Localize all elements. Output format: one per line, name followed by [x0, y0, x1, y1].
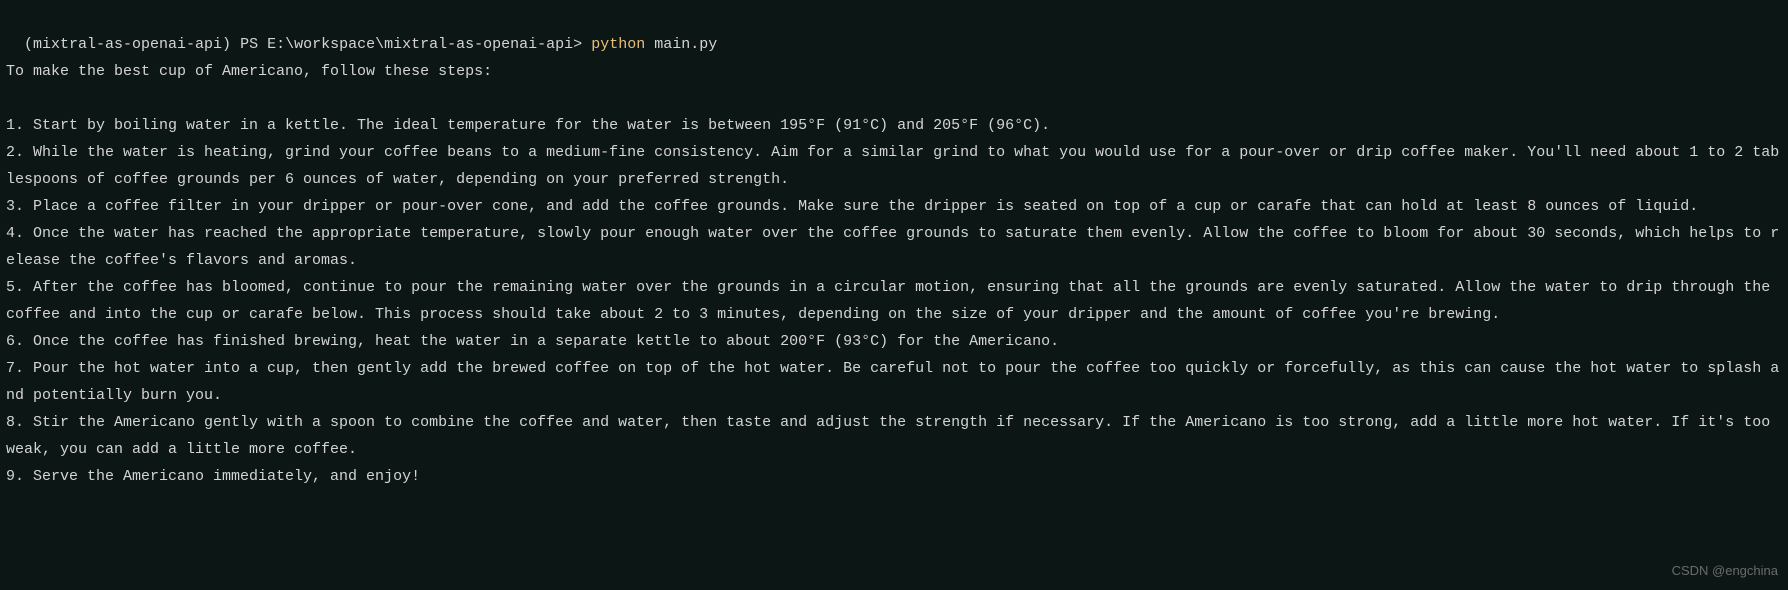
output-step: 8. Stir the Americano gently with a spoo…	[6, 409, 1782, 463]
prompt-shell: PS	[240, 36, 258, 53]
command-name: python	[591, 36, 645, 53]
command-arg: main.py	[654, 36, 717, 53]
output-step: 7. Pour the hot water into a cup, then g…	[6, 355, 1782, 409]
prompt-line[interactable]: (mixtral-as-openai-api) PS E:\workspace\…	[6, 4, 1782, 58]
output-step: 9. Serve the Americano immediately, and …	[6, 463, 1782, 490]
blank-line	[6, 85, 1782, 112]
output-step: 3. Place a coffee filter in your dripper…	[6, 193, 1782, 220]
watermark: CSDN @engchina	[1672, 559, 1778, 582]
prompt-path: E:\workspace\mixtral-as-openai-api>	[267, 36, 582, 53]
output-step: 6. Once the coffee has finished brewing,…	[6, 328, 1782, 355]
output-step: 5. After the coffee has bloomed, continu…	[6, 274, 1782, 328]
prompt-env: (mixtral-as-openai-api)	[24, 36, 231, 53]
output-step: 4. Once the water has reached the approp…	[6, 220, 1782, 274]
output-intro: To make the best cup of Americano, follo…	[6, 58, 1782, 85]
output-step: 2. While the water is heating, grind you…	[6, 139, 1782, 193]
output-step: 1. Start by boiling water in a kettle. T…	[6, 112, 1782, 139]
